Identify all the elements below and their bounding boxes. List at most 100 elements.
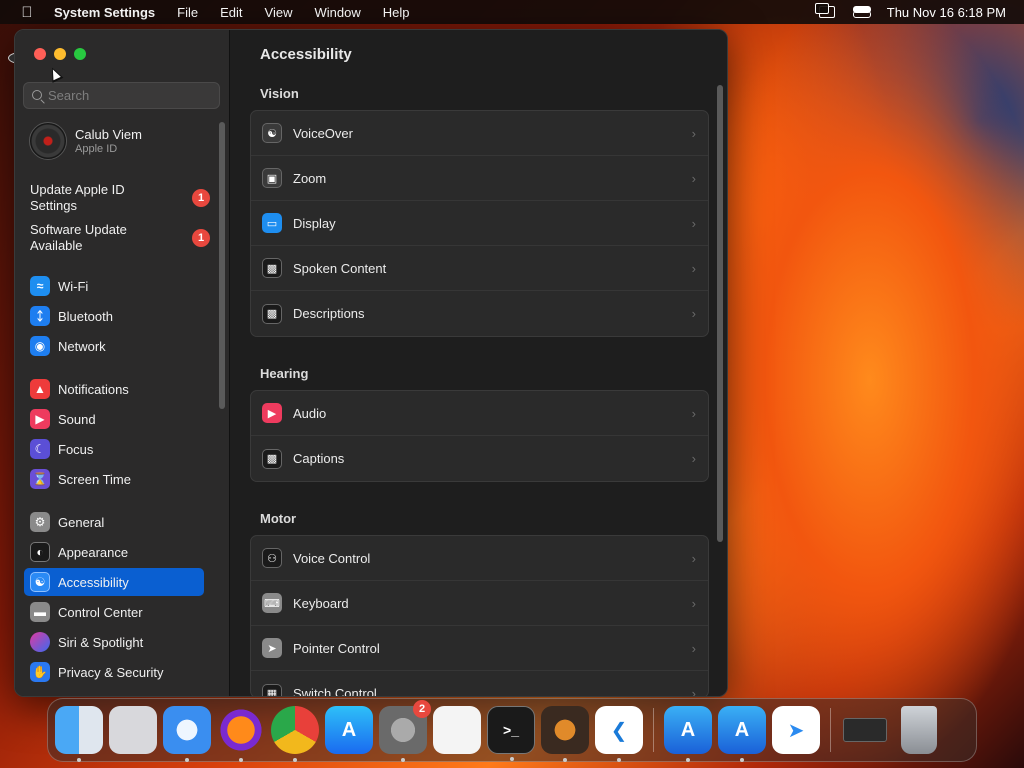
sidebar-item-label: Notifications (58, 381, 129, 397)
sidebar-item-label: Appearance (58, 544, 129, 560)
sidebar-item-label: General (58, 514, 105, 530)
sidebar-item-sound[interactable]: ▶ Sound (24, 405, 204, 433)
sidebar-item-label: Screen Time (58, 471, 131, 487)
terminal-icon[interactable]: >_ (487, 706, 535, 761)
menu-view[interactable]: View (254, 5, 304, 20)
chevron-right-icon: › (691, 171, 696, 186)
row-descriptions[interactable]: ▩ Descriptions › (251, 291, 708, 336)
menu-window[interactable]: Window (303, 5, 371, 20)
bell-icon: ▲ (30, 379, 50, 399)
sidebar-item-screen-time[interactable]: ⌛ Screen Time (24, 465, 204, 493)
row-label: Audio (293, 405, 327, 421)
notice-software-update[interactable]: Software Update Available 1 (30, 222, 210, 254)
row-voiceover[interactable]: ☯ VoiceOver › (251, 111, 708, 156)
sidebar-item-focus[interactable]: ☾ Focus (24, 435, 204, 463)
menu-help[interactable]: Help (372, 5, 421, 20)
sidebar-item-bluetooth[interactable]: ᛨ Bluetooth (24, 302, 204, 330)
trash-icon[interactable] (901, 706, 937, 754)
hourglass-icon: ⌛ (30, 469, 50, 489)
notice-update-apple-id[interactable]: Update Apple ID Settings 1 (30, 182, 210, 214)
system-settings-window: Search Calub Viem Apple ID Update Apple … (14, 29, 728, 697)
paper-plane-icon[interactable]: ➤ (772, 706, 820, 754)
chevron-right-icon: › (691, 641, 696, 656)
switches-icon: ▬ (30, 602, 50, 622)
section-heading-motor: Motor (260, 511, 297, 526)
bluetooth-icon: ᛨ (30, 306, 50, 326)
dock-separator (830, 708, 831, 752)
dock: A 2 >_ ❮ A A ➤ (47, 698, 977, 762)
row-zoom[interactable]: ▣ Zoom › (251, 156, 708, 201)
switch-control-icon: ▦ (262, 683, 282, 696)
sidebar-item-wifi[interactable]: ≈ Wi-Fi (24, 272, 204, 300)
moon-icon: ☾ (30, 439, 50, 459)
chrome-icon[interactable] (271, 706, 319, 762)
chevron-right-icon: › (691, 406, 696, 421)
zoom-icon: ▣ (262, 168, 282, 188)
xcode-icon[interactable]: A (664, 706, 712, 762)
row-label: Display (293, 215, 336, 231)
apple-icon[interactable]:  (14, 4, 40, 21)
garageband-icon[interactable] (541, 706, 589, 762)
sidebar-item-notifications[interactable]: ▲ Notifications (24, 375, 204, 403)
sidebar-scrollbar[interactable] (219, 122, 225, 409)
screen-mirroring-icon[interactable] (814, 3, 835, 18)
row-audio[interactable]: ▶ Audio › (251, 391, 708, 436)
sidebar-item-label: Focus (58, 441, 94, 457)
safari-icon[interactable] (163, 706, 211, 762)
sidebar-item-privacy-security[interactable]: ✋ Privacy & Security (24, 658, 204, 686)
row-pointer-control[interactable]: ➤ Pointer Control › (251, 626, 708, 671)
sidebar-item-network[interactable]: ◉ Network (24, 332, 204, 360)
motor-group: ⚇ Voice Control › ⌨ Keyboard › ➤ Pointer… (250, 535, 709, 697)
app-store-dev-icon[interactable]: A (718, 706, 766, 762)
vision-group: ☯ VoiceOver › ▣ Zoom › ▭ Display › ▩ Spo… (250, 110, 709, 337)
sidebar-item-general[interactable]: ⚙ General (24, 508, 204, 536)
main-scrollbar[interactable] (717, 85, 723, 542)
sidebar-item-siri-spotlight[interactable]: Siri & Spotlight (24, 628, 204, 656)
vscode-icon[interactable]: ❮ (595, 706, 643, 762)
control-center-icon[interactable] (852, 6, 871, 18)
textedit-icon[interactable] (433, 706, 481, 754)
row-label: Spoken Content (293, 260, 387, 276)
row-label: Captions (293, 451, 345, 466)
downloads-stack-icon[interactable] (841, 706, 889, 754)
chevron-right-icon: › (691, 686, 696, 697)
row-voice-control[interactable]: ⚇ Voice Control › (251, 536, 708, 581)
accessibility-icon: ☯ (30, 572, 50, 592)
running-indicator (617, 758, 621, 762)
globe-icon: ◉ (30, 336, 50, 356)
main-content: Accessibility Vision ☯ VoiceOver › ▣ Zoo… (231, 30, 727, 696)
menu-app-name[interactable]: System Settings (40, 5, 166, 20)
sidebar-item-control-center[interactable]: ▬ Control Center (24, 598, 204, 626)
menu-file[interactable]: File (166, 5, 209, 20)
row-label: VoiceOver (293, 125, 353, 141)
menu-edit[interactable]: Edit (209, 5, 253, 20)
row-captions[interactable]: ▩ Captions › (251, 436, 708, 481)
sidebar-item-label: Network (58, 338, 106, 354)
sidebar-item-accessibility[interactable]: ☯ Accessibility (24, 568, 204, 596)
running-indicator (185, 758, 189, 762)
search-field[interactable]: Search (23, 82, 220, 109)
row-keyboard[interactable]: ⌨ Keyboard › (251, 581, 708, 626)
row-switch-control[interactable]: ▦ Switch Control › (251, 671, 708, 697)
sidebar-item-appearance[interactable]: ◐ Appearance (24, 538, 204, 566)
row-spoken-content[interactable]: ▩ Spoken Content › (251, 246, 708, 291)
row-display[interactable]: ▭ Display › (251, 201, 708, 246)
notice-text: Update Apple ID Settings (30, 182, 125, 213)
menu-clock[interactable]: Thu Nov 16 6:18 PM (887, 5, 1006, 20)
zoom-button[interactable] (74, 48, 86, 60)
app-store-icon[interactable]: A (325, 706, 373, 754)
hearing-group: ▶ Audio › ▩ Captions › (250, 390, 709, 482)
spoken-content-icon: ▩ (262, 258, 282, 278)
running-indicator (293, 758, 297, 762)
firefox-icon[interactable] (217, 706, 265, 762)
apple-id-profile[interactable]: Calub Viem Apple ID (29, 122, 142, 160)
running-indicator (239, 758, 243, 762)
system-settings-icon[interactable]: 2 (379, 700, 431, 762)
minimize-button[interactable] (54, 48, 66, 60)
launchpad-icon[interactable] (109, 706, 157, 754)
sidebar-item-label: Privacy & Security (58, 664, 164, 680)
close-button[interactable] (34, 48, 46, 60)
finder-icon[interactable] (55, 706, 103, 762)
running-indicator (563, 758, 567, 762)
section-heading-vision: Vision (260, 86, 299, 101)
